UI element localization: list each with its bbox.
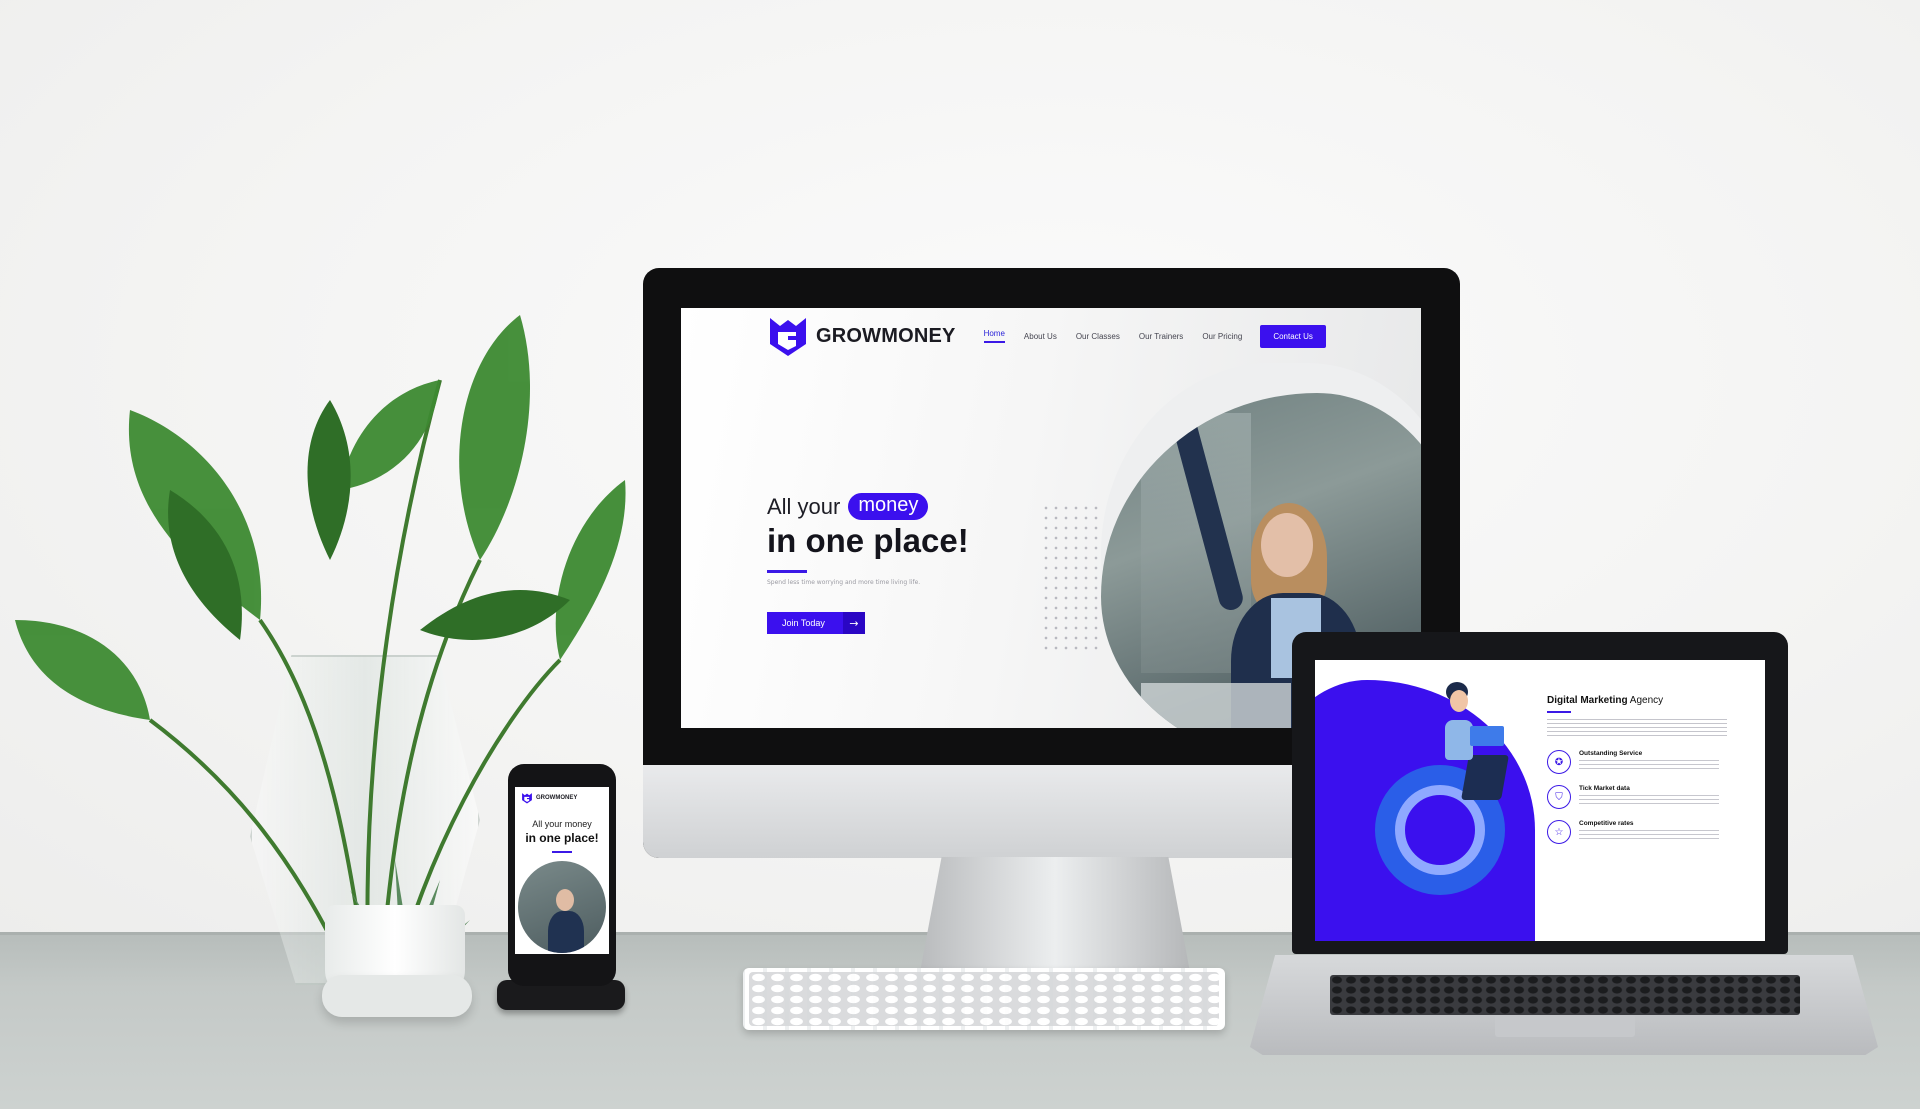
laptop-trackpad	[1495, 1015, 1635, 1037]
laptop-website-screen: Digital Marketing Agency ✪ Outstanding S…	[1315, 660, 1765, 941]
imac-stand	[920, 857, 1190, 972]
laptop-keyboard	[1330, 975, 1800, 1015]
hero-text: All your money in one place! Spend less …	[767, 493, 969, 634]
nav-our-classes[interactable]: Our Classes	[1076, 332, 1120, 341]
mobile-website-screen: GROWMONEY All your money in one place!	[515, 787, 609, 954]
hero-line1: All your money	[767, 493, 969, 520]
pot-base	[322, 975, 472, 1017]
nav-links: Home About Us Our Classes Our Trainers O…	[983, 329, 1242, 343]
feature-item: ✪ Outstanding Service	[1547, 750, 1747, 774]
feature-item: ☆ Competitive rates	[1547, 820, 1747, 844]
join-today-button[interactable]: Join Today →	[767, 612, 865, 634]
growmoney-logo-icon	[522, 793, 532, 804]
mobile-hero-line2: in one place!	[525, 831, 599, 845]
join-today-label: Join Today	[782, 618, 825, 628]
feature-description	[1579, 830, 1719, 840]
feature-name: Tick Market data	[1579, 785, 1630, 792]
feature-description	[1579, 760, 1719, 770]
nav-our-trainers[interactable]: Our Trainers	[1139, 332, 1183, 341]
nav-home[interactable]: Home	[983, 329, 1005, 343]
mobile-hero-underline	[552, 851, 572, 853]
site-navbar: GROWMONEY Home About Us Our Classes Our …	[766, 316, 1326, 356]
agency-underline	[1547, 711, 1571, 713]
hero-underline	[767, 570, 807, 573]
keyboard	[743, 968, 1225, 1030]
agency-paragraph	[1547, 719, 1727, 739]
agency-title-rest: Agency	[1627, 695, 1664, 706]
dot-pattern	[1041, 503, 1101, 653]
mobile-brand-name: GROWMONEY	[536, 795, 578, 801]
growmoney-logo-icon	[770, 318, 806, 356]
hero-prefix: All your	[767, 493, 841, 519]
hero-highlight: money	[848, 493, 929, 520]
feature-name: Outstanding Service	[1579, 750, 1643, 757]
star-icon: ☆	[1547, 820, 1571, 844]
feature-item: ⛉ Tick Market data	[1547, 785, 1747, 809]
illustration-laptop	[1470, 726, 1504, 746]
mobile-hero-line1: All your money	[532, 819, 592, 829]
photo-laptop	[1141, 683, 1291, 728]
hero-headline: in one place!	[767, 522, 969, 559]
agency-title: Digital Marketing Agency	[1547, 695, 1747, 706]
feature-description	[1579, 795, 1719, 805]
mobile-hero-photo	[518, 861, 606, 953]
nav-about-us[interactable]: About Us	[1024, 332, 1057, 341]
nav-our-pricing[interactable]: Our Pricing	[1202, 332, 1242, 341]
illustration-figure-body	[1445, 720, 1473, 760]
agency-title-bold: Digital Marketing	[1547, 695, 1628, 706]
hero-subtitle: Spend less time worrying and more time l…	[767, 579, 921, 586]
arrow-right-icon: →	[843, 612, 865, 634]
brand-logo[interactable]: GROWMONEY	[766, 314, 956, 358]
illustration-figure-legs	[1461, 755, 1509, 800]
photo-face	[1261, 513, 1313, 577]
brand-name: GROWMONEY	[816, 324, 956, 347]
contact-us-button[interactable]: Contact Us	[1260, 324, 1326, 348]
feature-name: Competitive rates	[1579, 820, 1634, 827]
medal-icon: ✪	[1547, 750, 1571, 774]
illustration-figure-head	[1450, 690, 1468, 712]
shield-icon: ⛉	[1547, 785, 1571, 809]
agency-section: Digital Marketing Agency ✪ Outstanding S…	[1547, 695, 1747, 844]
mobile-brand-logo[interactable]: GROWMONEY	[521, 792, 609, 804]
